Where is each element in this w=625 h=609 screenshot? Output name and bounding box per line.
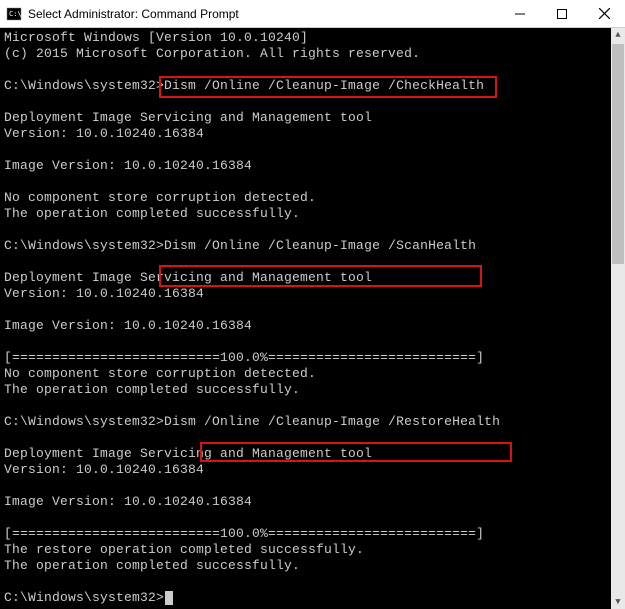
text-line: Version: 10.0.10240.16384 xyxy=(4,286,204,301)
text-line: The operation completed successfully. xyxy=(4,558,300,573)
minimize-button[interactable] xyxy=(499,0,541,27)
text-line: No component store corruption detected. xyxy=(4,366,316,381)
text-line xyxy=(4,174,12,189)
text-line: Deployment Image Servicing and Managemen… xyxy=(4,110,372,125)
svg-text:C:\: C:\ xyxy=(9,10,22,18)
text-line: Microsoft Windows [Version 10.0.10240] xyxy=(4,30,308,45)
text-line xyxy=(4,334,12,349)
window-controls xyxy=(499,0,625,27)
titlebar: C:\ Select Administrator: Command Prompt xyxy=(0,0,625,28)
text-line xyxy=(4,478,12,493)
cmd-icon: C:\ xyxy=(6,6,22,22)
text-line xyxy=(4,430,12,445)
command-1: Dism /Online /Cleanup-Image /CheckHealth xyxy=(164,78,484,93)
text-line: Version: 10.0.10240.16384 xyxy=(4,462,204,477)
prompt: C:\Windows\system32> xyxy=(4,238,164,253)
text-line xyxy=(4,254,12,269)
text-line: The restore operation completed successf… xyxy=(4,542,364,557)
text-line xyxy=(4,94,12,109)
text-line: No component store corruption detected. xyxy=(4,190,316,205)
prompt: C:\Windows\system32> xyxy=(4,414,164,429)
scroll-down-arrow[interactable]: ▼ xyxy=(611,595,625,609)
text-line: [==========================100.0%=======… xyxy=(4,350,484,365)
command-3: Dism /Online /Cleanup-Image /RestoreHeal… xyxy=(164,414,500,429)
text-line: Version: 10.0.10240.16384 xyxy=(4,126,204,141)
text-line: Image Version: 10.0.10240.16384 xyxy=(4,318,252,333)
text-line xyxy=(4,222,12,237)
text-line: Image Version: 10.0.10240.16384 xyxy=(4,158,252,173)
terminal-output[interactable]: Microsoft Windows [Version 10.0.10240] (… xyxy=(0,28,611,609)
prompt: C:\Windows\system32> xyxy=(4,78,164,93)
text-line: The operation completed successfully. xyxy=(4,206,300,221)
text-line xyxy=(4,510,12,525)
window-title: Select Administrator: Command Prompt xyxy=(28,7,499,21)
text-line xyxy=(4,142,12,157)
text-line xyxy=(4,398,12,413)
text-line xyxy=(4,62,12,77)
text-line: Image Version: 10.0.10240.16384 xyxy=(4,494,252,509)
close-button[interactable] xyxy=(583,0,625,27)
scrollbar-thumb[interactable] xyxy=(612,44,624,264)
scrollbar-track[interactable]: ▲ ▼ xyxy=(611,28,625,609)
text-line xyxy=(4,302,12,317)
text-line: (c) 2015 Microsoft Corporation. All righ… xyxy=(4,46,420,61)
terminal-area: Microsoft Windows [Version 10.0.10240] (… xyxy=(0,28,625,609)
text-line: [==========================100.0%=======… xyxy=(4,526,484,541)
text-line xyxy=(4,574,12,589)
scroll-up-arrow[interactable]: ▲ xyxy=(611,28,625,42)
text-line: The operation completed successfully. xyxy=(4,382,300,397)
text-line: Deployment Image Servicing and Managemen… xyxy=(4,270,372,285)
command-2: Dism /Online /Cleanup-Image /ScanHealth xyxy=(164,238,476,253)
maximize-button[interactable] xyxy=(541,0,583,27)
text-line: Deployment Image Servicing and Managemen… xyxy=(4,446,372,461)
prompt: C:\Windows\system32> xyxy=(4,590,164,605)
cursor xyxy=(165,591,173,605)
